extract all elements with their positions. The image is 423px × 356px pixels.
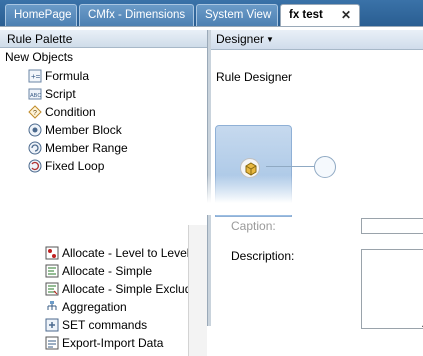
transition-fade — [0, 175, 423, 215]
flow-connector — [266, 166, 315, 167]
palette-item-allocate-simple[interactable]: Allocate - Simple — [45, 262, 198, 280]
fixed-loop-icon — [28, 159, 42, 173]
tab-system-view[interactable]: System View — [196, 4, 278, 26]
new-objects-label: New Objects — [5, 50, 74, 64]
caption-input[interactable] — [361, 218, 423, 234]
item-label: Condition — [45, 105, 96, 119]
tab-label: fx test — [289, 9, 323, 21]
item-label: Allocate - Simple Exclude — [62, 282, 199, 296]
palette-item-script[interactable]: ABC Script — [28, 85, 128, 103]
rule-designer-title: Rule Designer — [216, 70, 293, 84]
allocate-exclude-icon — [45, 282, 59, 296]
new-objects-list: += Formula ABC Script ? Condition Member… — [28, 67, 128, 175]
description-input[interactable] — [361, 249, 423, 329]
palette-item-formula[interactable]: += Formula — [28, 67, 128, 85]
palette-item-allocate-level[interactable]: Allocate - Level to Level — [45, 244, 198, 262]
item-label: Allocate - Level to Level — [62, 246, 190, 260]
palette-item-member-range[interactable]: Member Range — [28, 139, 128, 157]
item-label: Member Block — [45, 123, 122, 137]
palette-item-fixed-loop[interactable]: Fixed Loop — [28, 157, 128, 175]
script-icon: ABC — [28, 87, 42, 101]
aggregation-icon — [45, 300, 59, 314]
allocate-simple-icon — [45, 264, 59, 278]
tab-fx-test[interactable]: fx test ✕ — [280, 4, 360, 26]
tab-cmfx-dimensions[interactable]: CMfx - Dimensions — [79, 4, 194, 26]
tab-bar: HomePage CMfx - Dimensions System View f… — [0, 0, 423, 26]
item-label: Aggregation — [62, 300, 127, 314]
svg-text:+=: += — [31, 72, 41, 81]
set-commands-icon — [45, 318, 59, 332]
palette-item-aggregation[interactable]: Aggregation — [45, 298, 198, 316]
designer-menu-label: Designer — [216, 32, 265, 46]
tab-label: HomePage — [14, 9, 72, 21]
item-label: Script — [45, 87, 76, 101]
palette-item-condition[interactable]: ? Condition — [28, 103, 128, 121]
item-label: Member Range — [45, 141, 128, 155]
member-block-icon — [28, 123, 42, 137]
item-label: Formula — [45, 69, 90, 83]
close-icon[interactable]: ✕ — [341, 5, 351, 25]
palette-item-export-import[interactable]: Export-Import Data — [45, 334, 198, 352]
allocate-level-icon — [45, 246, 59, 260]
description-label: Description: — [231, 249, 295, 263]
member-range-icon — [28, 141, 42, 155]
item-label: SET commands — [62, 318, 148, 332]
export-import-icon — [45, 336, 59, 350]
formula-icon: += — [28, 69, 42, 83]
caption-label: Caption: — [231, 219, 276, 233]
chevron-down-icon: ▼ — [266, 35, 274, 44]
palette-item-member-block[interactable]: Member Block — [28, 121, 128, 139]
tab-homepage[interactable]: HomePage — [5, 4, 77, 26]
rule-palette-header: Rule Palette — [0, 30, 207, 48]
svg-text:ABC: ABC — [30, 93, 41, 99]
designer-menu[interactable]: Designer ▼ — [211, 30, 423, 50]
cube-icon — [245, 162, 257, 176]
tab-label: CMfx - Dimensions — [88, 9, 186, 21]
palette-scrollbar[interactable] — [188, 225, 207, 356]
item-label: Export-Import Data — [62, 336, 164, 350]
condition-icon: ? — [28, 105, 42, 119]
palette-item-set-commands[interactable]: SET commands — [45, 316, 198, 334]
tab-label: System View — [205, 9, 272, 21]
item-label: Allocate - Simple — [62, 264, 153, 278]
svg-text:?: ? — [33, 110, 37, 117]
palette-item-allocate-exclude[interactable]: Allocate - Simple Exclude — [45, 280, 198, 298]
item-label: Fixed Loop — [45, 159, 105, 173]
system-templates-list: Allocate - Level to Level Allocate - Sim… — [45, 244, 198, 352]
